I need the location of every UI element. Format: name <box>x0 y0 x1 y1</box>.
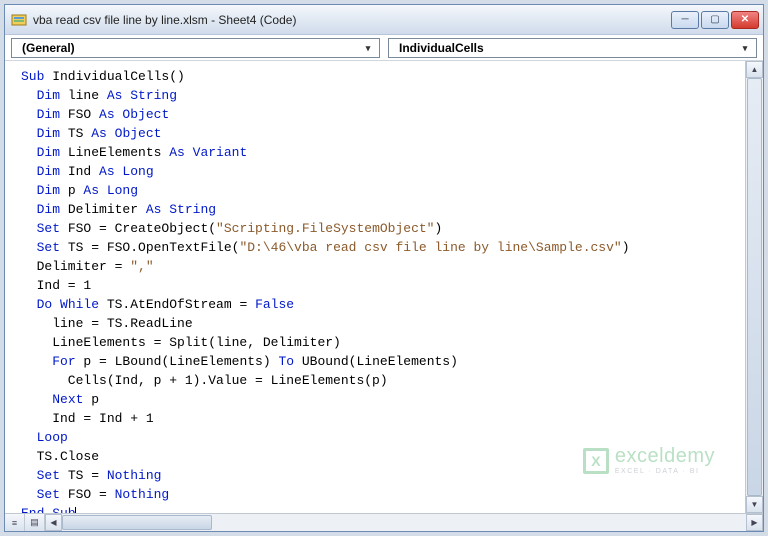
vertical-scrollbar[interactable]: ▲ ▼ <box>745 61 763 513</box>
window-buttons: ─ ▢ ✕ <box>671 11 759 29</box>
titlebar[interactable]: vba read csv file line by line.xlsm - Sh… <box>5 5 763 35</box>
horizontal-scrollbar[interactable]: ◀ ▶ <box>45 514 763 531</box>
object-dropdown[interactable]: (General) ▾ <box>11 38 380 58</box>
bottom-bar: ≡ ▤ ◀ ▶ <box>5 513 763 531</box>
app-icon <box>11 12 27 28</box>
object-dropdown-value: (General) <box>22 41 75 55</box>
code-area: Sub IndividualCells() Dim line As String… <box>5 61 763 513</box>
view-fullmodule-button[interactable]: ▤ <box>25 514 45 531</box>
scroll-right-button[interactable]: ▶ <box>746 514 763 531</box>
close-button[interactable]: ✕ <box>731 11 759 29</box>
chevron-down-icon: ▾ <box>736 40 754 56</box>
chevron-down-icon: ▾ <box>359 40 377 56</box>
scroll-up-button[interactable]: ▲ <box>746 61 763 78</box>
scroll-left-button[interactable]: ◀ <box>45 514 62 531</box>
scroll-thumb[interactable] <box>747 78 762 496</box>
object-proc-selector-row: (General) ▾ IndividualCells ▾ <box>5 35 763 61</box>
vba-code-window: vba read csv file line by line.xlsm - Sh… <box>4 4 764 532</box>
procedure-dropdown-value: IndividualCells <box>399 41 484 55</box>
view-procedure-button[interactable]: ≡ <box>5 514 25 531</box>
code-editor[interactable]: Sub IndividualCells() Dim line As String… <box>5 61 745 513</box>
scroll-down-button[interactable]: ▼ <box>746 496 763 513</box>
procedure-dropdown[interactable]: IndividualCells ▾ <box>388 38 757 58</box>
scroll-thumb[interactable] <box>62 515 212 530</box>
window-title: vba read csv file line by line.xlsm - Sh… <box>33 13 671 27</box>
scroll-track[interactable] <box>746 78 763 496</box>
scroll-track[interactable] <box>62 514 746 531</box>
maximize-button[interactable]: ▢ <box>701 11 729 29</box>
minimize-button[interactable]: ─ <box>671 11 699 29</box>
